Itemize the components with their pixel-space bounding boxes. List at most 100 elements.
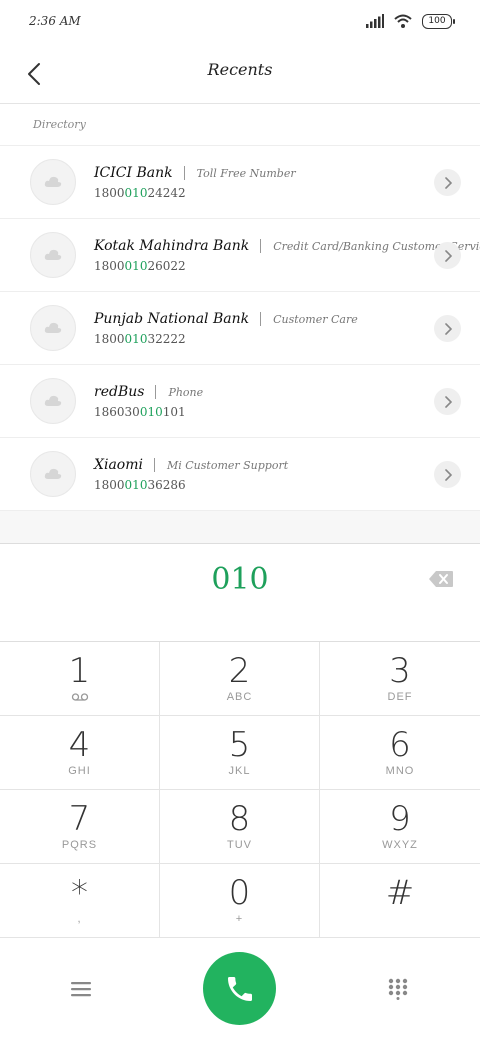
- number-prefix: 1800: [94, 478, 125, 492]
- key-9[interactable]: 9 WXYZ: [320, 790, 480, 864]
- contact-name: Kotak Mahindra Bank: [94, 238, 250, 254]
- item-name-row: Xiaomi Mi Customer Support: [94, 457, 288, 473]
- signal-icon: [366, 14, 384, 28]
- voicemail-icon: [71, 693, 88, 701]
- contact-number: 180001026022: [94, 259, 186, 273]
- cloud-icon: [44, 468, 62, 479]
- number-suffix: 24242: [147, 186, 186, 200]
- key-1[interactable]: 1: [0, 642, 160, 716]
- divider-band: [0, 510, 480, 544]
- avatar: [30, 159, 76, 205]
- key-8[interactable]: 8 TUV: [160, 790, 320, 864]
- item-name-row: redBus Phone: [94, 384, 203, 400]
- key-digit: 8: [228, 799, 251, 839]
- cloud-icon: [44, 395, 62, 406]
- status-icons: 100: [366, 13, 455, 29]
- number-match: 010: [124, 332, 148, 346]
- separator: [153, 458, 155, 472]
- number-match: 010: [124, 186, 148, 200]
- details-button[interactable]: [434, 461, 461, 488]
- status-bar: 2:36 AM 100: [0, 0, 480, 44]
- page-title: Recents: [207, 60, 273, 79]
- key-letters: ABC: [226, 691, 253, 703]
- key-digit: 6: [389, 725, 411, 765]
- call-button[interactable]: [203, 952, 276, 1025]
- key-6[interactable]: 6 MNO: [320, 716, 480, 790]
- contact-description: Mi Customer Support: [166, 458, 289, 472]
- details-button[interactable]: [434, 388, 461, 415]
- list-item[interactable]: Punjab National Bank Customer Care 18000…: [0, 291, 480, 364]
- menu-button[interactable]: [61, 974, 101, 1004]
- list-item[interactable]: ICICI Bank Toll Free Number 180001024242: [0, 145, 480, 218]
- avatar: [30, 451, 76, 497]
- key-letters: TUV: [227, 839, 252, 851]
- header: Recents: [0, 44, 480, 104]
- number-suffix: 26022: [147, 259, 186, 273]
- keypad-toggle-button[interactable]: [378, 974, 418, 1004]
- key-digit: 5: [228, 725, 251, 765]
- key-digit: 9: [389, 799, 411, 839]
- dialed-number[interactable]: 010: [0, 562, 480, 597]
- key-2[interactable]: 2 ABC: [160, 642, 320, 716]
- key-hash[interactable]: #: [320, 864, 480, 938]
- key-star[interactable]: * ,: [0, 864, 160, 938]
- item-name-row: Punjab National Bank Customer Care: [94, 311, 358, 327]
- list-item[interactable]: redBus Phone 186030010101: [0, 364, 480, 437]
- dial-input-area: 010: [0, 544, 480, 642]
- avatar: [30, 305, 76, 351]
- key-digit: 4: [68, 725, 91, 765]
- chevron-right-icon: [444, 249, 452, 262]
- number-suffix: 101: [162, 405, 186, 419]
- contact-number: 180001032222: [94, 332, 186, 346]
- phone-icon: [227, 976, 252, 1001]
- details-button[interactable]: [434, 169, 461, 196]
- key-letters: +: [235, 913, 244, 925]
- contact-number: 180001024242: [94, 186, 186, 200]
- number-prefix: 1800: [94, 186, 125, 200]
- key-digit: 3: [389, 651, 411, 691]
- key-letters: PQRS: [61, 839, 98, 851]
- directory-list: ICICI Bank Toll Free Number 180001024242…: [0, 145, 480, 510]
- key-3[interactable]: 3 DEF: [320, 642, 480, 716]
- avatar: [30, 232, 76, 278]
- battery-level: 100: [428, 16, 446, 26]
- key-digit: 1: [68, 651, 91, 691]
- key-5[interactable]: 5 JKL: [160, 716, 320, 790]
- details-button[interactable]: [434, 315, 461, 342]
- contact-description: Customer Care: [273, 312, 358, 326]
- backspace-button[interactable]: [428, 570, 454, 590]
- number-suffix: 36286: [147, 478, 186, 492]
- bottom-bar: [0, 938, 480, 1040]
- cloud-icon: [44, 176, 62, 187]
- contact-number: 186030010101: [94, 405, 186, 419]
- cloud-icon: [44, 249, 62, 260]
- key-letters: JKL: [228, 765, 251, 777]
- chevron-right-icon: [444, 395, 452, 408]
- key-letters: WXYZ: [382, 839, 418, 851]
- menu-icon: [71, 982, 91, 997]
- details-button[interactable]: [434, 242, 461, 269]
- key-0[interactable]: 0 +: [160, 864, 320, 938]
- key-letters: ,: [77, 913, 82, 925]
- separator: [183, 166, 185, 180]
- separator: [260, 312, 262, 326]
- number-suffix: 32222: [147, 332, 186, 346]
- key-7[interactable]: 7 PQRS: [0, 790, 160, 864]
- keypad-icon: [388, 978, 408, 1000]
- number-prefix: 1800: [94, 332, 125, 346]
- separator: [260, 239, 262, 253]
- key-letters: GHI: [68, 765, 91, 777]
- list-item[interactable]: Kotak Mahindra Bank Credit Card/Banking …: [0, 218, 480, 291]
- contact-name: Punjab National Bank: [94, 311, 250, 327]
- backspace-icon: [429, 571, 453, 587]
- number-prefix: 186030: [94, 405, 140, 419]
- wifi-icon: [394, 14, 412, 28]
- key-letters: MNO: [385, 765, 415, 777]
- key-4[interactable]: 4 GHI: [0, 716, 160, 790]
- number-prefix: 1800: [94, 259, 125, 273]
- item-name-row: Kotak Mahindra Bank Credit Card/Banking …: [94, 238, 480, 254]
- number-match: 010: [139, 405, 163, 419]
- avatar: [30, 378, 76, 424]
- key-digit: 7: [68, 799, 91, 839]
- list-item[interactable]: Xiaomi Mi Customer Support 180001036286: [0, 437, 480, 510]
